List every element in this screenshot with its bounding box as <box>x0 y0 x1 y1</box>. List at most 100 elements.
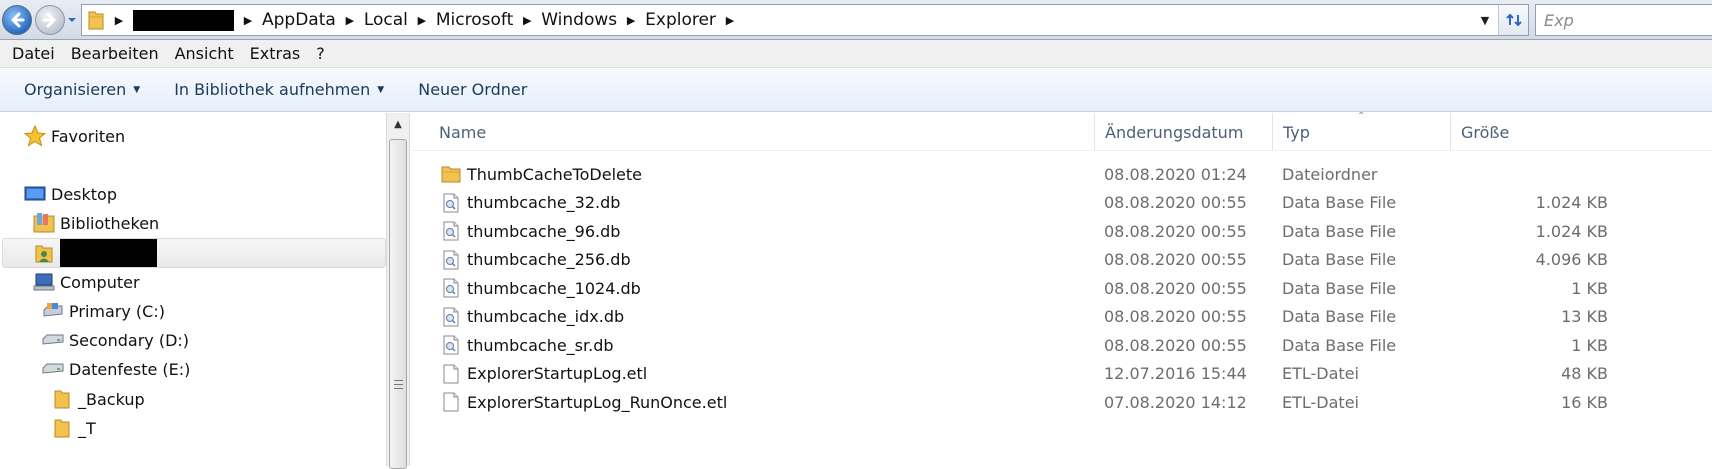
breadcrumb-microsoft[interactable]: Microsoft <box>431 10 518 30</box>
breadcrumb-separator-icon[interactable]: ▶ <box>721 14 739 27</box>
recent-pages-dropdown-icon[interactable] <box>67 15 77 25</box>
db-file-icon <box>441 192 461 214</box>
breadcrumb-appdata[interactable]: AppData <box>257 10 341 30</box>
grip-icon <box>394 380 403 389</box>
file-row[interactable]: thumbcache_idx.db 08.08.2020 00:55 Data Ba… <box>411 303 1712 331</box>
file-size: 1 KB <box>1571 335 1608 355</box>
file-row[interactable]: ExplorerStartupLog.etl 12.07.2016 15:44 ET… <box>411 360 1712 388</box>
file-name-cell: ExplorerStartupLog_RunOnce.etl <box>411 391 1095 413</box>
file-size: 48 KB <box>1561 364 1608 383</box>
file-size: 4.096 KB <box>1535 250 1608 269</box>
organize-button[interactable]: Organisieren ▼ <box>14 80 150 99</box>
arrow-right-icon <box>42 12 56 28</box>
file-type: Data Base File <box>1282 335 1397 355</box>
nav-item-drive-c[interactable]: Primary (C:) <box>42 297 165 325</box>
file-row[interactable]: thumbcache_96.db 08.08.2020 00:55 Data Bas… <box>411 217 1712 245</box>
file-size: 16 KB <box>1561 392 1608 412</box>
nav-item-user-selected[interactable] <box>2 238 386 268</box>
nav-item-label: _Backup <box>78 389 145 409</box>
file-type: Data Base File <box>1282 307 1397 326</box>
nav-item-drive-d[interactable]: Secondary (D:) <box>42 326 189 354</box>
breadcrumb-separator-icon[interactable]: ▶ <box>518 14 536 27</box>
search-input[interactable]: Exp <box>1535 4 1712 36</box>
menu-ansicht[interactable]: Ansicht <box>167 44 242 63</box>
file-icon <box>441 391 461 413</box>
db-file-icon <box>441 277 461 299</box>
new-folder-button[interactable]: Neuer Ordner <box>408 80 537 99</box>
file-date: 08.08.2020 00:55 <box>1104 193 1247 212</box>
breadcrumb-explorer[interactable]: Explorer <box>640 10 721 30</box>
address-history-dropdown-icon[interactable]: ▼ <box>1475 5 1495 35</box>
user-name-redacted <box>60 239 157 267</box>
command-bar: Organisieren ▼ In Bibliothek aufnehmen ▼… <box>0 68 1712 112</box>
library-icon <box>33 212 55 234</box>
drive-icon <box>42 358 64 380</box>
breadcrumb-separator-icon[interactable]: ▶ <box>239 14 257 27</box>
file-type: ETL-Datei <box>1282 392 1359 412</box>
address-box[interactable]: ▶ ▶ AppData ▶ Local ▶ Microsoft ▶ Window… <box>81 4 1529 36</box>
file-date: 08.08.2020 00:55 <box>1104 221 1247 241</box>
file-name: thumbcache_sr.db <box>467 335 614 355</box>
file-row[interactable]: thumbcache_32.db 08.08.2020 00:55 Data Bas… <box>411 189 1712 217</box>
file-name: thumbcache_32.db <box>467 193 621 212</box>
file-icon <box>441 363 461 385</box>
nav-item-libraries[interactable]: Bibliotheken <box>33 209 159 237</box>
file-row[interactable]: ThumbCacheToDelete 08.08.2020 01:24 Dateio… <box>411 160 1712 188</box>
file-type: Data Base File <box>1282 193 1397 212</box>
breadcrumb-windows[interactable]: Windows <box>536 10 622 30</box>
breadcrumb-user-redacted[interactable] <box>133 9 234 31</box>
file-row[interactable]: thumbcache_sr.db 08.08.2020 00:55 Data Bas… <box>411 331 1712 359</box>
breadcrumb-local[interactable]: Local <box>359 10 413 30</box>
arrow-left-icon <box>11 12 25 28</box>
caret-down-icon: ▼ <box>377 84 385 95</box>
nav-item-label: Datenfeste (E:) <box>69 359 191 379</box>
file-type: Dateiordner <box>1282 164 1378 184</box>
menu-extras[interactable]: Extras <box>242 44 309 63</box>
nav-item-label: Computer <box>60 272 140 292</box>
menu-bearbeiten[interactable]: Bearbeiten <box>63 44 167 63</box>
nav-item-label: Favoriten <box>51 126 126 146</box>
menu-help[interactable]: ? <box>308 44 333 63</box>
nav-item-label: Desktop <box>51 184 117 204</box>
file-name-cell: thumbcache_32.db <box>411 192 1095 214</box>
scrollbar-thumb[interactable] <box>389 139 407 469</box>
nav-item-desktop[interactable]: Desktop <box>24 180 117 208</box>
back-button[interactable] <box>2 5 32 35</box>
include-in-library-button[interactable]: In Bibliothek aufnehmen ▼ <box>164 80 394 99</box>
menu-bar: Datei Bearbeiten Ansicht Extras ? <box>0 40 1712 68</box>
column-header-date[interactable]: Änderungsdatum <box>1095 113 1273 151</box>
column-header-size[interactable]: Größe <box>1451 113 1712 151</box>
folder-icon <box>82 5 110 35</box>
navigation-scrollbar[interactable]: ▲ <box>386 113 410 469</box>
file-row[interactable]: thumbcache_1024.db 08.08.2020 00:55 Data B… <box>411 274 1712 302</box>
file-name-cell: thumbcache_256.db <box>411 249 1095 271</box>
column-header-type[interactable]: Typ ⌃ <box>1273 111 1451 151</box>
nav-item-computer[interactable]: Computer <box>33 268 140 296</box>
file-date: 12.07.2016 15:44 <box>1104 364 1247 383</box>
nav-item-drive-e[interactable]: Datenfeste (E:) <box>42 355 190 383</box>
file-name-cell: ExplorerStartupLog.etl <box>411 363 1095 385</box>
scroll-up-arrow-icon[interactable]: ▲ <box>387 113 409 135</box>
file-row[interactable]: ExplorerStartupLog_RunOnce.etl 07.08.2020… <box>411 388 1712 416</box>
forward-button[interactable] <box>35 5 65 35</box>
breadcrumb-separator-icon[interactable]: ▶ <box>110 14 128 27</box>
nav-item-folder-backup[interactable]: _Backup <box>51 385 145 413</box>
file-name-cell: thumbcache_idx.db <box>411 306 1095 328</box>
breadcrumb-separator-icon[interactable]: ▶ <box>622 14 640 27</box>
folder-icon <box>51 417 73 439</box>
refresh-button[interactable] <box>1498 5 1528 35</box>
db-file-icon <box>441 249 461 271</box>
breadcrumb-separator-icon[interactable]: ▶ <box>341 14 359 27</box>
file-list: Name Änderungsdatum Typ ⌃ Größe ThumbCac… <box>411 111 1712 466</box>
nav-item-folder-t[interactable]: _T <box>51 414 96 442</box>
breadcrumb-separator-icon[interactable]: ▶ <box>413 14 431 27</box>
file-row[interactable]: thumbcache_256.db 08.08.2020 00:55 Data Ba… <box>411 246 1712 274</box>
file-size: 1.024 KB <box>1535 221 1608 241</box>
file-date: 08.08.2020 01:24 <box>1104 164 1247 184</box>
nav-item-favorites[interactable]: Favoriten <box>24 122 125 150</box>
file-date: 08.08.2020 00:55 <box>1104 278 1247 298</box>
db-file-icon <box>441 306 461 328</box>
star-icon <box>24 125 46 147</box>
menu-datei[interactable]: Datei <box>4 44 63 63</box>
column-header-name[interactable]: Name <box>411 113 1095 151</box>
